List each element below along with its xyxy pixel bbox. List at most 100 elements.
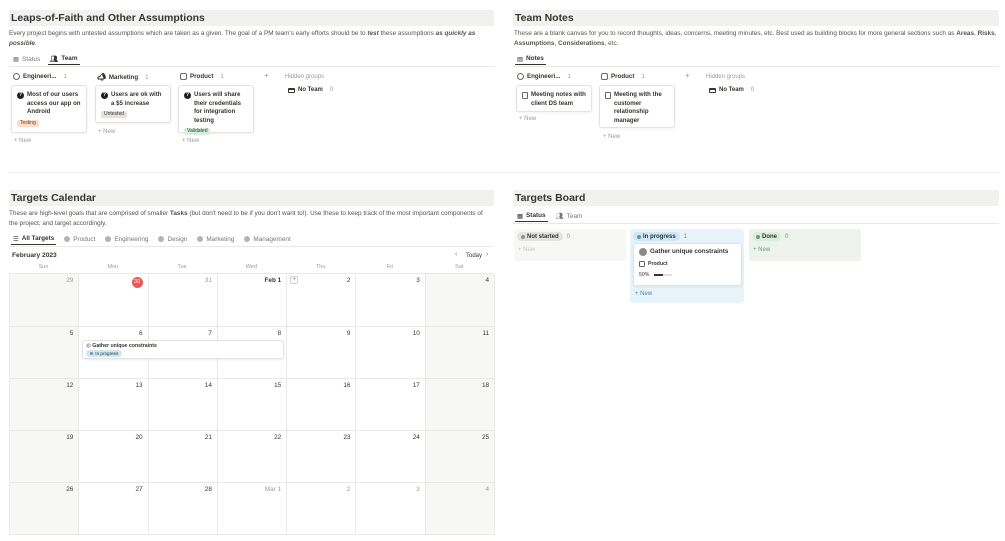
new-button[interactable]: + New (519, 116, 536, 122)
weekday-label: Fri (386, 264, 394, 270)
no-team-group[interactable]: No Team 0 (288, 87, 333, 93)
calendar-day[interactable]: 26 (10, 483, 80, 535)
calendar-day[interactable]: 10 (356, 327, 426, 379)
section-divider (9, 172, 999, 173)
assumption-card[interactable]: ? Users will share their credentials for … (178, 85, 254, 135)
add-group-icon[interactable]: + (264, 71, 269, 80)
document-icon (522, 92, 528, 99)
weekday-label: Wed (245, 264, 257, 270)
group-marketing[interactable]: 📣︎ Marketing 1 (97, 73, 149, 82)
tab-engineering[interactable]: Engineering (103, 233, 150, 245)
target-card[interactable]: Gather unique constraints Product 50% (633, 243, 742, 286)
new-button[interactable]: + New (14, 138, 31, 144)
group-done[interactable]: Done 0 (752, 232, 788, 241)
group-product[interactable]: Product 1 (601, 73, 645, 80)
gear-icon (517, 73, 524, 80)
hidden-groups-label[interactable]: Hidden groups (706, 74, 745, 80)
new-button[interactable]: + New (635, 291, 652, 297)
tab-product[interactable]: Product (62, 233, 97, 245)
filter-icon (64, 236, 71, 242)
divider (9, 66, 494, 67)
assumptions-title: Leaps-of-Faith and Other Assumptions (9, 10, 494, 26)
calendar-day[interactable]: 27 (79, 483, 149, 535)
calendar-day[interactable]: 16 (287, 379, 357, 431)
day-number: 7 (208, 330, 212, 337)
calendar-day[interactable]: Feb 1 (217, 274, 288, 327)
day-number: 5 (69, 330, 74, 337)
assumption-card[interactable]: ? Most of our users access our app on And… (11, 85, 87, 133)
tab-management[interactable]: Management (242, 233, 292, 245)
calendar-day[interactable]: 14 (148, 379, 218, 431)
new-button[interactable]: + New (98, 129, 115, 135)
day-number: 23 (343, 434, 351, 441)
day-number: 11 (482, 330, 490, 337)
calendar-day[interactable]: 3 (356, 274, 426, 327)
group-in-progress[interactable]: In progress 1 (633, 232, 687, 241)
calendar-day[interactable]: 4 (425, 483, 496, 535)
day-number: 12 (66, 382, 74, 389)
calendar-day[interactable]: 2 + (287, 274, 357, 327)
calendar-day[interactable]: 21 (148, 431, 218, 483)
tab-status[interactable]: ▦ Status (11, 53, 42, 65)
calendar-day[interactable]: 24 (356, 431, 426, 483)
tab-team[interactable]: 👥︎ Team (554, 210, 585, 222)
people-icon: 👥︎ (555, 213, 564, 220)
hidden-groups-label[interactable]: Hidden groups (285, 74, 324, 80)
group-product[interactable]: Product 1 (180, 73, 224, 80)
tab-all-targets[interactable]: ☰ All Targets (11, 233, 57, 245)
group-not-started[interactable]: Not started 0 (517, 232, 570, 241)
add-event-icon[interactable]: + (290, 276, 299, 284)
calendar-day[interactable]: 4 (425, 274, 496, 327)
group-engineering[interactable]: Engineeri... 1 (13, 73, 67, 80)
calendar-day[interactable]: 17 (356, 379, 426, 431)
assumption-card[interactable]: ? Users are ok with a $5 increase Unteste… (95, 85, 171, 123)
prev-month-icon[interactable]: ‹ (455, 251, 457, 258)
tab-status[interactable]: ▦ Status (515, 210, 548, 222)
calendar-day[interactable]: 31 (148, 274, 218, 327)
calendar-day[interactable]: 5 (10, 327, 80, 379)
board-icon: ▦ (13, 56, 20, 63)
calendar-day[interactable]: 29 (10, 274, 80, 327)
calendar-day[interactable]: 9 (287, 327, 357, 379)
gear-icon (13, 73, 20, 80)
new-button[interactable]: + New (518, 247, 535, 253)
filter-icon (158, 236, 165, 242)
day-number: Feb 1 (264, 277, 282, 284)
tab-marketing[interactable]: Marketing (195, 233, 236, 245)
calendar-month: February 2023 (12, 252, 57, 259)
next-month-icon[interactable]: › (486, 251, 488, 258)
day-number: 4 (485, 277, 490, 284)
calendar-day[interactable]: 25 (425, 431, 496, 483)
new-button[interactable]: + New (182, 138, 199, 144)
calendar-day[interactable]: 11 (425, 327, 496, 379)
calendar-day[interactable]: 20 (79, 431, 149, 483)
calendar-day[interactable]: 2 (287, 483, 357, 535)
calendar-day[interactable]: Mar 1 (217, 483, 288, 535)
calendar-day[interactable]: 3 (356, 483, 426, 535)
calendar-day[interactable]: 28 (148, 483, 218, 535)
calendar-day[interactable]: 22 (217, 431, 288, 483)
add-group-icon[interactable]: + (685, 71, 690, 80)
new-button[interactable]: + New (753, 247, 770, 253)
note-card[interactable]: Meeting with the customer relationship m… (599, 85, 675, 128)
group-engineering[interactable]: Engineeri... 1 (517, 73, 571, 80)
status-badge: Untested (101, 111, 128, 118)
today-button[interactable]: Today (466, 253, 482, 259)
calendar-day[interactable]: 30 (79, 274, 149, 327)
tab-notes[interactable]: ▤ Notes (515, 53, 546, 65)
calendar-event[interactable]: ◎ Gather unique constraints In progress (82, 340, 285, 359)
calendar-day[interactable]: 19 (10, 431, 80, 483)
note-card[interactable]: Meeting notes with client DS team (516, 85, 592, 112)
day-number: 31 (204, 277, 212, 284)
new-button[interactable]: + New (603, 134, 620, 140)
day-number: 29 (66, 277, 74, 284)
tab-design[interactable]: Design (156, 233, 189, 245)
no-team-group[interactable]: No Team 0 (709, 87, 754, 93)
calendar-day[interactable]: 18 (425, 379, 496, 431)
question-icon: ? (101, 92, 108, 99)
calendar-day[interactable]: 12 (10, 379, 80, 431)
calendar-day[interactable]: 15 (217, 379, 288, 431)
calendar-day[interactable]: 13 (79, 379, 149, 431)
tab-team[interactable]: 👥︎ Team (48, 53, 80, 65)
calendar-day[interactable]: 23 (287, 431, 357, 483)
